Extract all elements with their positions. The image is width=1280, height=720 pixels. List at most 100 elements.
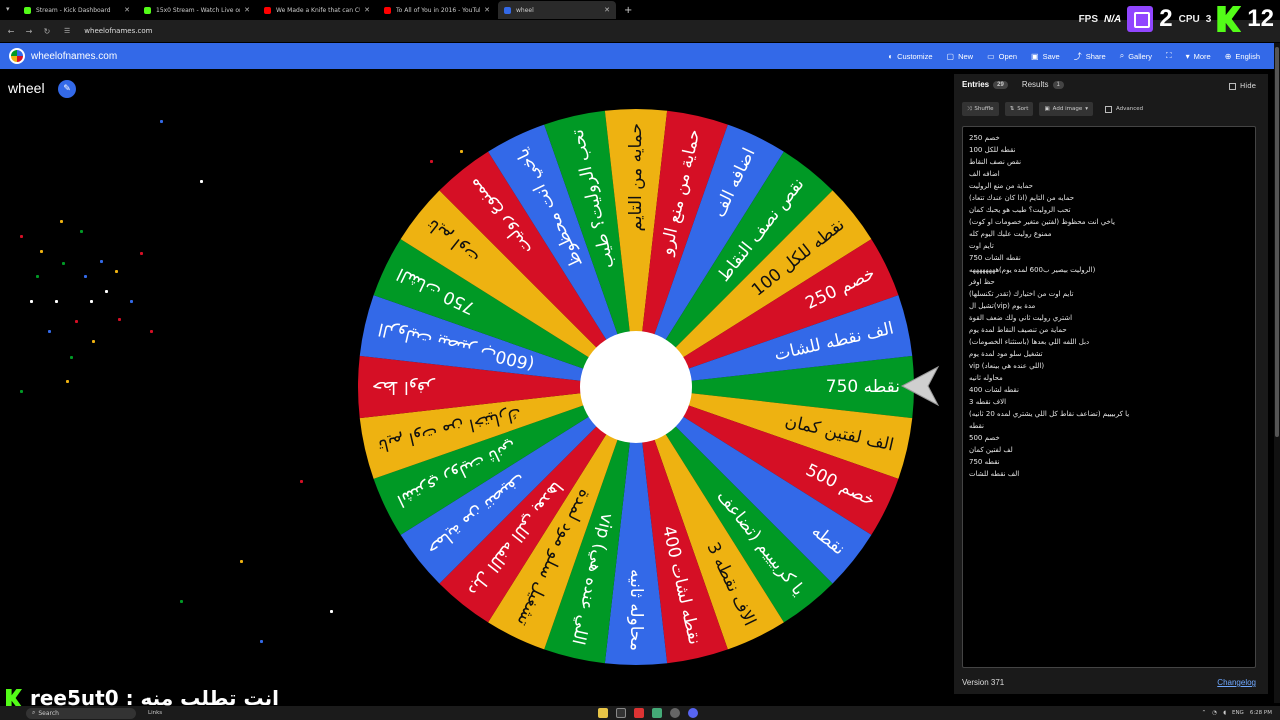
cpu-value: 3 (1205, 13, 1212, 25)
site-info-icon[interactable]: ☰ (64, 27, 70, 35)
entry-line[interactable]: نقطه (969, 420, 1249, 432)
menu-item-gallery[interactable]: ⌕ Gallery (1120, 51, 1152, 61)
entry-line[interactable]: مدة يوم (vip)تشيل ال (969, 300, 1249, 312)
advanced-toggle[interactable]: Advanced (1104, 105, 1143, 113)
entry-line[interactable]: حماية من منع الروليت (969, 180, 1249, 192)
close-tab-icon[interactable]: ✕ (604, 6, 610, 14)
tab-entries[interactable]: Entries 29 (962, 80, 1008, 89)
reload-icon[interactable]: ↻ (40, 27, 54, 36)
menu-item-save[interactable]: ▣ Save (1031, 52, 1060, 61)
entry-line[interactable]: دبل اللفه اللي بعدها (باستثناء الخصومات) (969, 336, 1249, 348)
site-logo-icon[interactable] (9, 48, 25, 64)
entry-line[interactable]: يا كربيييم (تضاعف نقاط كل اللي يشتري لمد… (969, 408, 1249, 420)
wheel-segment-label: نقطه 750 (826, 377, 900, 397)
hide-toggle[interactable]: Hide (1229, 82, 1256, 90)
entry-line[interactable]: نقطه الشات 750 (969, 252, 1249, 264)
tab-results[interactable]: Results 1 (1022, 80, 1064, 89)
network-icon[interactable]: ◔ (1212, 710, 1217, 716)
entry-line[interactable]: ممنوع روليت عليك اليوم كله (969, 228, 1249, 240)
entry-line[interactable]: vip (اللي عنده هي بينعاد) (969, 360, 1249, 372)
app-icon[interactable] (634, 708, 644, 718)
wheel[interactable]: نقطه 750 الف لفتين كمان خصم 500 نقطه يا كربي… (356, 107, 916, 667)
entry-line[interactable]: نقص نصف النقاط (969, 156, 1249, 168)
menu-item-open[interactable]: ▭ Open (987, 52, 1017, 61)
url-field[interactable]: wheelofnames.com (84, 27, 152, 35)
entry-line[interactable]: حمايه من التايم (اذا كان عندك تتعاد) (969, 192, 1249, 204)
page-scrollbar[interactable] (1274, 43, 1280, 703)
tray-arrow-icon[interactable]: ⌃ (1202, 710, 1207, 716)
close-tab-icon[interactable]: ✕ (244, 6, 250, 14)
entry-line[interactable]: (الروليت بيصير ب600 لمده يوم)ههههههههه (969, 264, 1249, 276)
entry-line[interactable]: تايم اوت من اختيارك (تقدر تكنسلها) (969, 288, 1249, 300)
language-indicator[interactable]: ENG (1232, 710, 1244, 716)
site-name[interactable]: wheelofnames.com (31, 51, 117, 62)
edit-title-button[interactable]: ✎ (58, 80, 76, 98)
close-tab-icon[interactable]: ✕ (364, 6, 370, 14)
back-icon[interactable]: ← (4, 27, 18, 36)
entry-line[interactable]: حظ اوفر (969, 276, 1249, 288)
hide-checkbox[interactable] (1229, 82, 1237, 90)
entry-line[interactable]: محاوله ثانيه (969, 372, 1249, 384)
twitch-viewer-count: 2 (1159, 5, 1173, 32)
browser-tab[interactable]: wheel ✕ (498, 1, 616, 19)
entry-line[interactable]: نقطه لشات 400 (969, 384, 1249, 396)
add-image-button[interactable]: ▣ Add image ▾ (1039, 102, 1093, 116)
confetti-piece (20, 390, 23, 393)
new-tab-button[interactable]: + (624, 5, 632, 16)
close-tab-icon[interactable]: ✕ (484, 6, 490, 14)
confetti-piece (70, 356, 73, 359)
store-icon[interactable] (616, 708, 626, 718)
chevron-down-icon: ▾ (1185, 51, 1190, 61)
entry-line[interactable]: تحب الروليت؟ طيب هو يحبك كمان (969, 204, 1249, 216)
sort-icon: ⇅ (1009, 106, 1015, 112)
menu-item-label: Share (1085, 51, 1106, 61)
close-tab-icon[interactable]: ✕ (124, 6, 130, 14)
menu-item-share[interactable]: ⤴ Share (1074, 51, 1106, 62)
advanced-checkbox[interactable] (1104, 105, 1112, 113)
menu-item-more[interactable]: ▾ More (1186, 52, 1211, 61)
taskbar-search[interactable]: ⌕ Search (26, 707, 136, 719)
entry-line[interactable]: تشغيل سلو مود لمدة يوم (969, 348, 1249, 360)
entry-line[interactable]: خصم 500 (969, 432, 1249, 444)
stream-stats-overlay: FPS N/A 2 CPU 3 12 (1079, 4, 1274, 34)
confetti-piece (30, 300, 33, 303)
clock[interactable]: 6:28 PM (1250, 710, 1272, 716)
wheel-center-button[interactable] (580, 331, 692, 443)
entries-textarea[interactable]: خصم 250 نقطه للكل 100 نقص نصف النقاط اضافه … (962, 126, 1256, 668)
browser-tab[interactable]: To All of You in 2016 - YouTube ✕ (378, 1, 496, 19)
entry-line[interactable]: نقطه للكل 100 (969, 144, 1249, 156)
entry-line[interactable]: حماية من تنصيف النقاط لمدة يوم (969, 324, 1249, 336)
entry-line[interactable]: خصم 250 (969, 132, 1249, 144)
entry-line[interactable]: نقطه 750 (969, 456, 1249, 468)
entry-line[interactable]: اشتري روليت ثاني ولك ضعف القوة (969, 312, 1249, 324)
confetti-piece (330, 610, 333, 613)
menu-item-fullscreen[interactable]: ⛶ (1166, 51, 1172, 61)
shuffle-label: Shuffle (974, 106, 994, 112)
browser-icon[interactable] (652, 708, 662, 718)
sort-button[interactable]: ⇅ Sort (1004, 102, 1034, 116)
menu-item-english[interactable]: ⊕ English (1225, 52, 1260, 61)
entry-line[interactable]: الف نقطه للشات (969, 468, 1249, 480)
discord-icon[interactable] (688, 708, 698, 718)
shuffle-button[interactable]: ⤨ Shuffle (962, 102, 999, 116)
scrollbar-thumb[interactable] (1275, 47, 1279, 437)
wheel-svg[interactable]: نقطه 750الف لفتين كمانخصم 500نقطهيا كربي… (356, 107, 916, 667)
browser-tab[interactable]: Stream - Kick Dashboard ✕ (18, 1, 136, 19)
obs-icon[interactable] (670, 708, 680, 718)
entry-line[interactable]: الاف نقطه 3 (969, 396, 1249, 408)
tab-list-icon[interactable]: ▾ (6, 5, 10, 13)
entry-line[interactable]: لف لفتين كمان (969, 444, 1249, 456)
links-toolbar[interactable]: Links (148, 710, 162, 716)
menu-item-customize[interactable]: ◐ Customize (888, 52, 932, 61)
forward-icon[interactable]: → (22, 27, 36, 36)
volume-icon[interactable]: ◖ (1223, 710, 1226, 716)
entries-count-badge: 29 (993, 80, 1008, 89)
file-explorer-icon[interactable] (598, 708, 608, 718)
entry-line[interactable]: تايم اوت (969, 240, 1249, 252)
browser-tab[interactable]: We Made a Knife that can CUT ✕ (258, 1, 376, 19)
changelog-link[interactable]: Changelog (1217, 678, 1256, 687)
entry-line[interactable]: ياخي انت محظوظ (لفتين متغير خصومات او كو… (969, 216, 1249, 228)
entry-line[interactable]: اضافه الف (969, 168, 1249, 180)
menu-item-new[interactable]: ▢ New (947, 52, 974, 61)
browser-tab[interactable]: 15x0 Stream - Watch Live on K ✕ (138, 1, 256, 19)
